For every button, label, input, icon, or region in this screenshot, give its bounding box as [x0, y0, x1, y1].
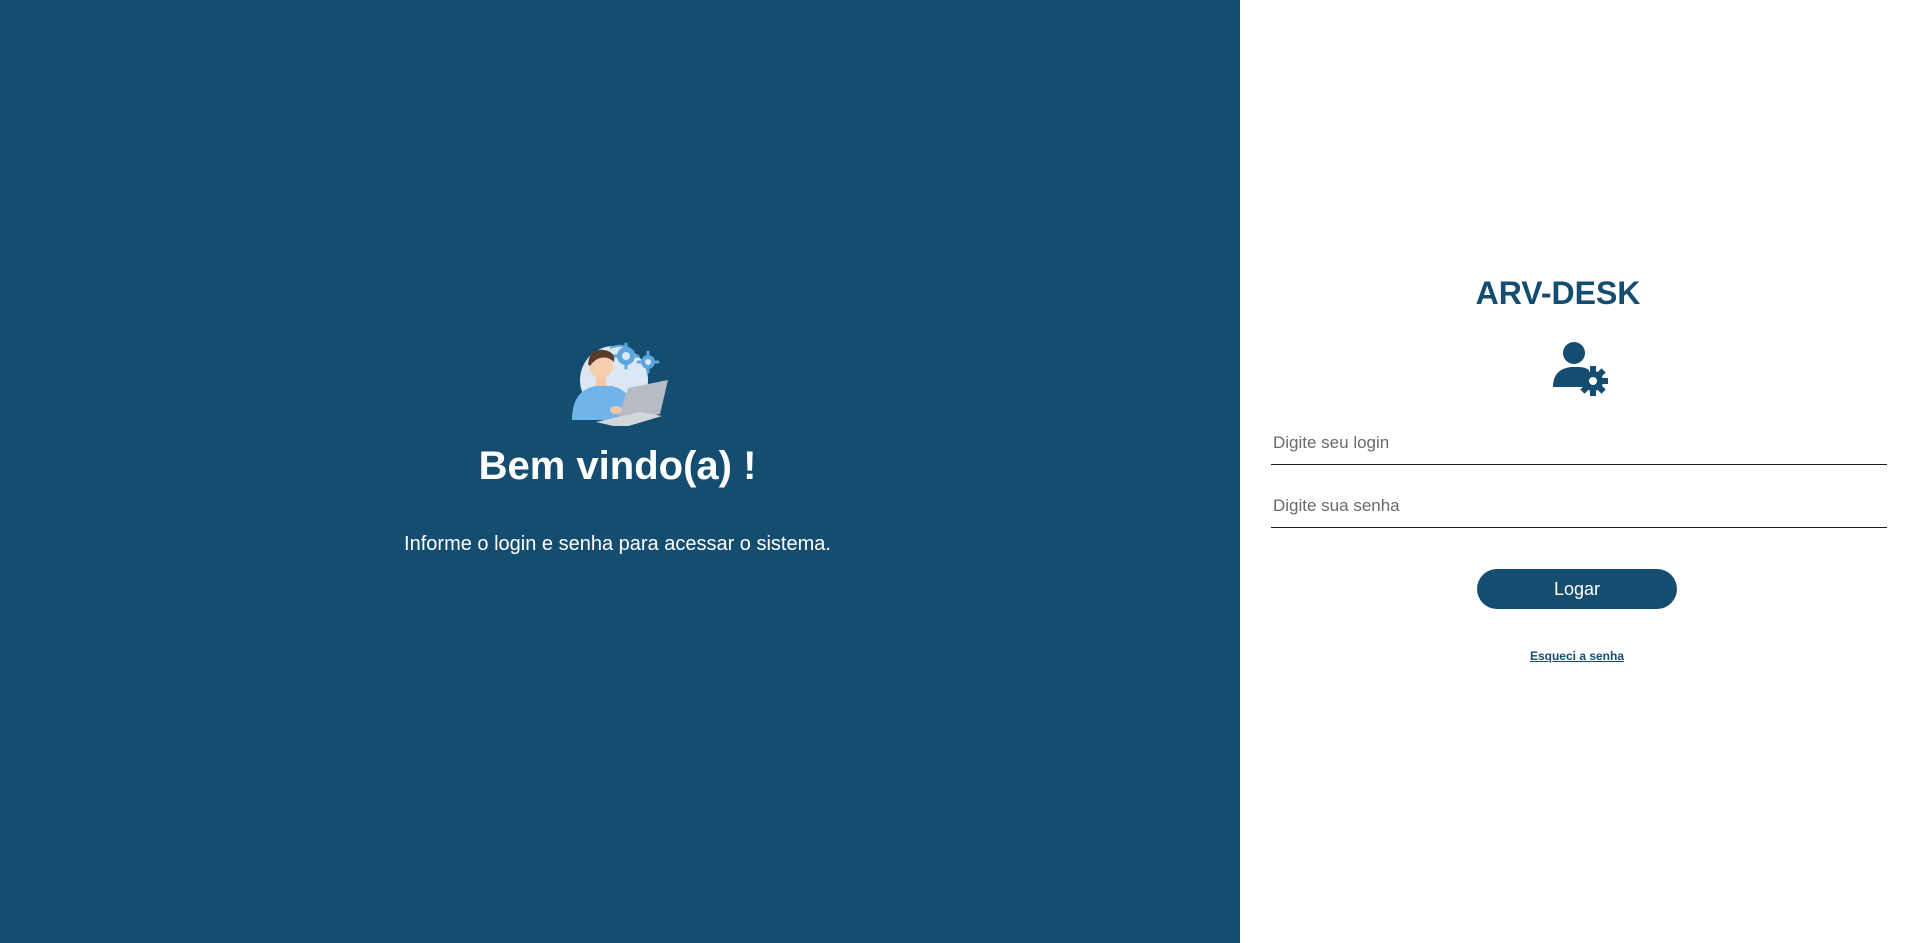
- user-gear-icon: [1553, 342, 1608, 396]
- login-button[interactable]: Logar: [1477, 569, 1677, 609]
- forgot-password-link[interactable]: Esqueci a senha: [1240, 649, 1909, 663]
- login-panel: ARV-DESK Logar: [1240, 0, 1909, 943]
- welcome-message: Informe o login e senha para acessar o s…: [404, 533, 831, 555]
- password-input[interactable]: [1271, 484, 1887, 528]
- welcome-panel: Bem vindo(a) ! Informe o login e senha p…: [0, 0, 1240, 943]
- login-input[interactable]: [1271, 421, 1887, 465]
- app-title: ARV-DESK: [1475, 275, 1641, 311]
- welcome-title: Bem vindo(a) !: [478, 444, 757, 488]
- login-page: Bem vindo(a) ! Informe o login e senha p…: [0, 0, 1909, 943]
- person-laptop-illustration-icon: [572, 342, 668, 426]
